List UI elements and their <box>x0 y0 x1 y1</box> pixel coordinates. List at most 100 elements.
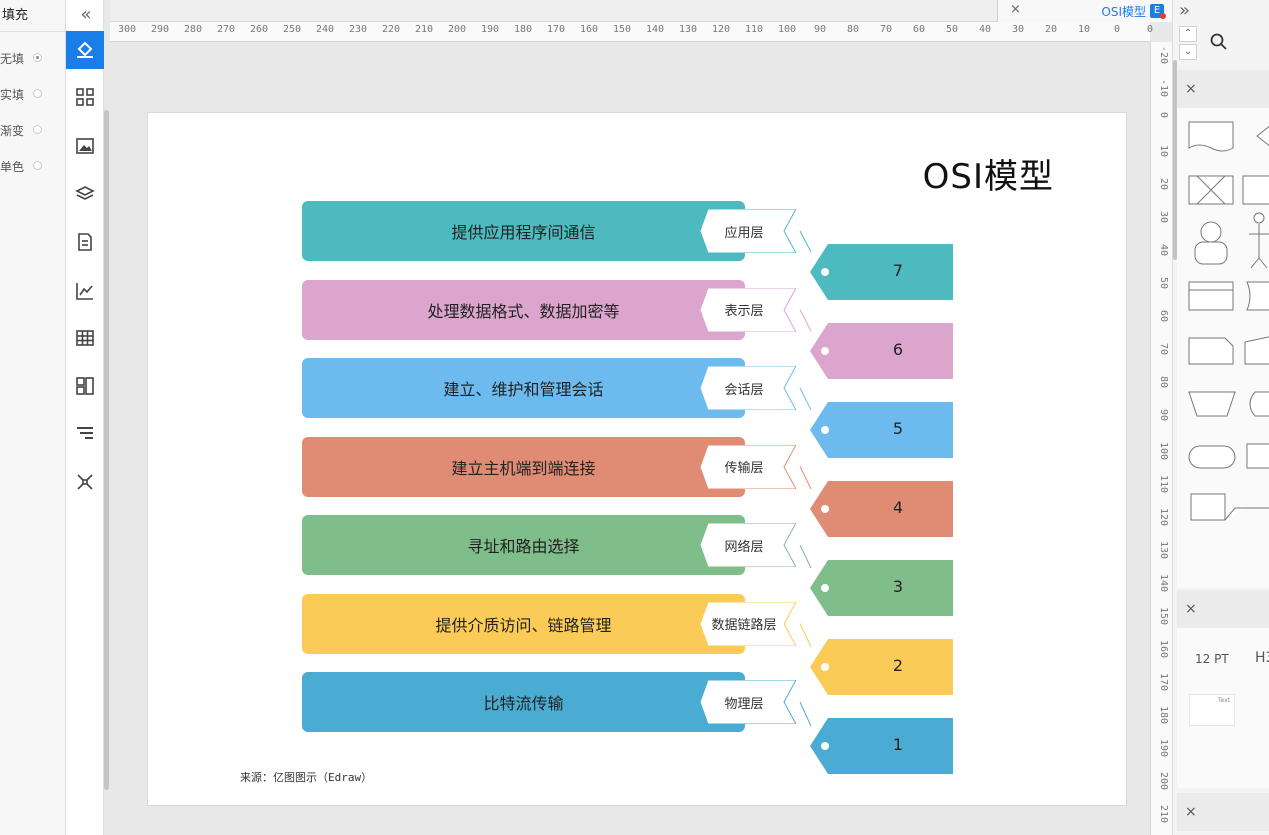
grid-button[interactable] <box>66 78 104 116</box>
decision-shape-icon[interactable] <box>1256 122 1269 150</box>
layer-description-bar[interactable]: 建立、维护和管理会话 <box>302 358 745 418</box>
predefined-shape-icon[interactable] <box>1242 175 1269 205</box>
page-button[interactable] <box>66 223 104 261</box>
fill-bucket-button[interactable] <box>66 31 104 69</box>
manual-operation-icon[interactable] <box>1188 391 1236 417</box>
fill-option-none[interactable]: 无填 <box>0 48 65 68</box>
ruler-tick-label: 90 <box>813 24 827 35</box>
text-section-header[interactable]: × <box>1177 590 1269 628</box>
ruler-tick-label: 120 <box>711 24 731 35</box>
diagram-canvas[interactable]: OSI模型 提供应用程序间通信 应用层 7 处理数据格式、数据加密等 表示层 6 建立、维护… <box>147 112 1127 806</box>
layer-name-label[interactable]: 会话层 <box>710 366 778 410</box>
ruler-tick-label: 40 <box>1158 244 1169 257</box>
ruler-tick-label: 10 <box>1077 24 1091 35</box>
ruler-tick-label: 180 <box>1158 706 1169 725</box>
tab-document[interactable]: × OSI模型 E <box>997 0 1172 22</box>
annotation-shape-icon[interactable] <box>1190 493 1226 521</box>
ruler-tick-label: 130 <box>1158 541 1169 560</box>
more-section-header[interactable]: × <box>1177 793 1269 831</box>
diagram-button[interactable] <box>66 367 104 405</box>
layer-description-bar[interactable]: 处理数据格式、数据加密等 <box>302 279 745 340</box>
grid-icon <box>76 88 94 106</box>
ruler-tick-label: 110 <box>744 24 764 35</box>
ruler-tick-label: 70 <box>879 24 893 35</box>
ruler-tick-label: 120 <box>1158 508 1169 527</box>
preparation-shape-icon[interactable] <box>1246 443 1269 469</box>
collapse-right-button[interactable]: » <box>1179 0 1209 22</box>
section-close-icon[interactable]: × <box>1185 601 1197 617</box>
layer-description-bar[interactable]: 建立主机端到端连接 <box>302 436 745 497</box>
layer-name-label[interactable]: 表示层 <box>710 288 778 332</box>
ruler-tick-label: 100 <box>777 24 797 35</box>
document-shape-icon[interactable] <box>1188 121 1234 152</box>
fill-option-single[interactable]: 单色 <box>0 156 65 176</box>
tag-hole-icon <box>821 505 829 513</box>
section-close-icon[interactable]: × <box>1185 81 1197 97</box>
radio-button[interactable] <box>33 161 42 170</box>
internal-storage-icon[interactable] <box>1188 281 1234 311</box>
layer-name-label[interactable]: 传输层 <box>710 445 778 489</box>
delay-shape-icon[interactable] <box>1249 391 1269 417</box>
ruler-tick-label: 30 <box>1011 24 1025 35</box>
layer-description-bar[interactable]: 提供应用程序间通信 <box>302 201 745 261</box>
double-chevron-left-icon: « <box>80 3 92 25</box>
stored-data-icon[interactable] <box>1246 281 1269 311</box>
ruler-tick-label: 90 <box>1158 409 1169 422</box>
chart-button[interactable] <box>66 272 104 310</box>
text-sample-12pt[interactable]: 12 PT <box>1195 652 1229 666</box>
layer-name-label[interactable]: 物理层 <box>710 680 778 724</box>
layer-name-label[interactable]: 网络层 <box>710 523 778 567</box>
tag-hole-icon <box>821 663 829 671</box>
search-button[interactable] <box>1209 32 1231 54</box>
arrow-connector-icon[interactable] <box>1224 507 1245 521</box>
table-button[interactable] <box>66 319 104 357</box>
stick-figure-icon[interactable] <box>1249 224 1269 269</box>
manual-input-icon[interactable] <box>1244 336 1269 365</box>
fill-option-solid[interactable]: 实填 <box>0 84 65 104</box>
tab-bar: × OSI模型 E <box>110 0 1172 22</box>
ruler-tick-label: 150 <box>1158 607 1169 626</box>
layers-button[interactable] <box>66 175 104 213</box>
text-gallery: 12 PT H3 Text <box>1177 628 1269 788</box>
layer-description-bar[interactable]: 提供介质访问、链路管理 <box>302 593 745 654</box>
layer-number: 3 <box>892 577 904 596</box>
layer-description-bar[interactable]: 寻址和路由选择 <box>302 515 745 575</box>
tag-hole-icon <box>821 347 829 355</box>
shape-section-header[interactable]: × <box>1177 70 1269 108</box>
image-button[interactable] <box>66 127 104 165</box>
right-scrollbar[interactable] <box>1173 60 1177 260</box>
section-close-icon[interactable]: × <box>1185 804 1197 820</box>
ruler-tick-label: 140 <box>645 24 665 35</box>
actor-body-icon[interactable] <box>1194 241 1228 265</box>
card-shape-icon[interactable] <box>1188 337 1234 365</box>
ruler-tick-label: 210 <box>1158 805 1169 824</box>
text-box-sample[interactable]: Text <box>1189 694 1235 726</box>
source-note: 来源：亿图图示（Edraw） <box>240 771 373 784</box>
radio-button[interactable] <box>33 125 42 134</box>
layer-name-label[interactable]: 应用层 <box>710 209 778 253</box>
actor-head-icon[interactable] <box>1200 221 1222 243</box>
ruler-tick-label: 220 <box>381 24 401 35</box>
radio-button[interactable] <box>33 53 42 62</box>
left-scrollbar[interactable] <box>104 110 109 790</box>
tag-hole-icon <box>821 584 829 592</box>
layer-description-bar[interactable]: 比特流传输 <box>302 672 745 732</box>
fill-option-gradient[interactable]: 渐变 <box>0 120 65 140</box>
ruler-tick-label: 200 <box>1158 772 1169 791</box>
ruler-tick-label: 80 <box>846 24 860 35</box>
tab-close-icon[interactable]: × <box>1010 2 1021 17</box>
scroll-down-button[interactable]: ⌄ <box>1179 44 1197 60</box>
layer-name-label[interactable]: 数据链路层 <box>710 602 778 646</box>
radio-button[interactable] <box>33 89 42 98</box>
tag-hole-icon <box>821 426 829 434</box>
text-sample-h3[interactable]: H3 <box>1255 650 1269 666</box>
ruler-tick-label: 290 <box>150 24 170 35</box>
collapse-left-button[interactable]: « <box>74 2 98 26</box>
terminator-shape-icon[interactable] <box>1188 445 1236 469</box>
connector-button[interactable] <box>66 463 104 501</box>
ruler-tick-label: 230 <box>348 24 368 35</box>
scroll-up-button[interactable]: ⌃ <box>1179 26 1197 42</box>
ruler-tick-label: 280 <box>183 24 203 35</box>
align-button[interactable] <box>66 415 104 453</box>
ruler-tick-label: 300 <box>117 24 137 35</box>
